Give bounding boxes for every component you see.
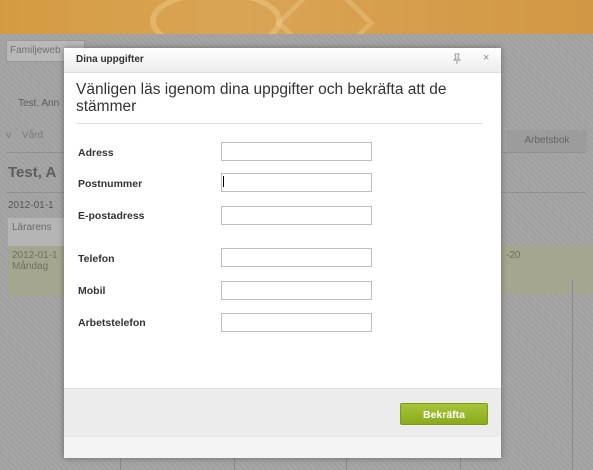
day-name: Måndag [12,261,49,272]
confirm-button[interactable]: Bekräfta [400,403,488,425]
phone-field[interactable] [221,248,372,267]
divider [76,123,482,124]
dialog-body: Vänligen läs igenom dina uppgifter och b… [64,73,501,388]
phone-label: Telefon [78,253,115,265]
day-cell-right[interactable]: -20 [500,246,593,294]
text-caret [223,176,224,187]
email-label: E-postadress [78,210,145,222]
dialog-heading: Vänligen läs igenom dina uppgifter och b… [76,81,447,115]
mobile-label: Mobil [78,285,106,297]
pin-icon[interactable] [452,53,462,68]
dialog-footer: Bekräfta [64,388,501,437]
nav-item[interactable]: Vård [22,130,43,141]
address-field[interactable] [221,142,372,161]
user-details-dialog: Dina uppgifter × Vänligen läs igenom din… [64,48,501,458]
address-label: Adress [78,147,114,159]
email-field[interactable] [221,206,372,225]
postal-code-field[interactable] [221,173,372,192]
work-phone-field[interactable] [221,313,372,332]
postal-code-label: Postnummer [78,178,143,190]
nav-item[interactable]: v [6,130,11,141]
close-icon[interactable]: × [483,52,489,64]
page-title: Test, A [8,164,57,181]
nav-item-arbetsbok[interactable]: Arbetsbok [507,130,587,152]
work-phone-label: Arbetstelefon [78,317,146,329]
mobile-field[interactable] [221,281,372,300]
header-banner [0,0,593,73]
date-label: 2012-01-1 [8,200,54,211]
column-divider [572,280,573,470]
day-date: 2012-01-1 [12,250,58,261]
dialog-header: Dina uppgifter × [64,48,501,73]
user-name: Test. Ann [18,98,60,109]
dialog-title: Dina uppgifter [76,54,144,65]
